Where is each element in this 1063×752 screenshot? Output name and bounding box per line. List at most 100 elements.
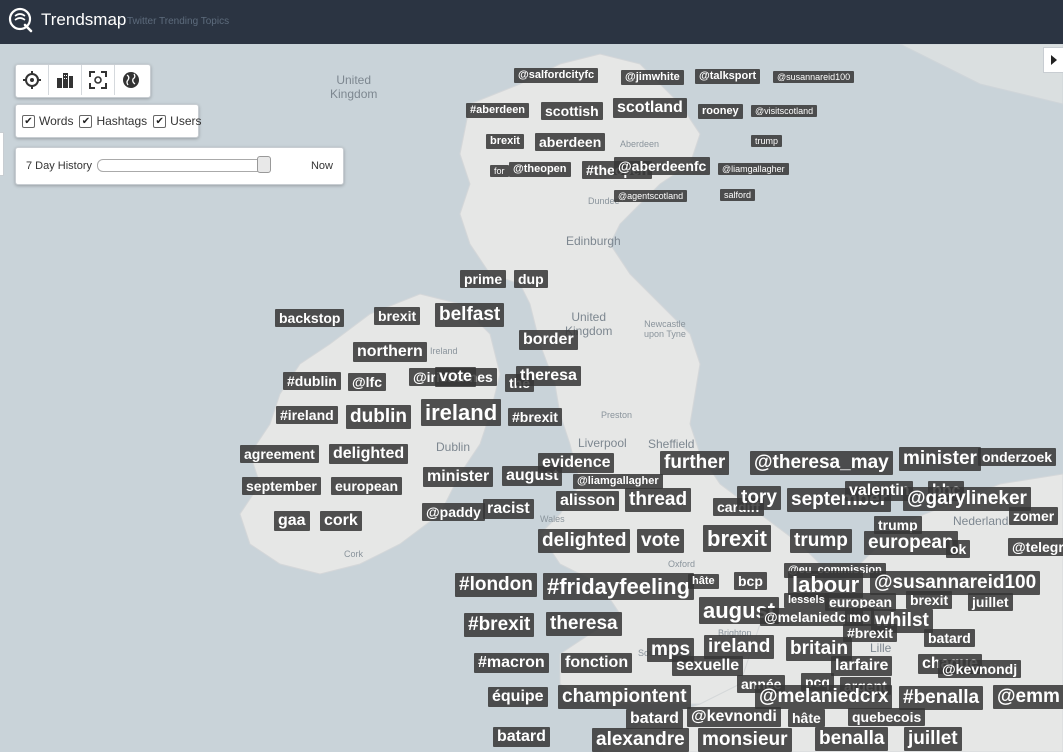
trend-user[interactable]: @jimwhite bbox=[621, 70, 684, 85]
trend-word[interactable]: september bbox=[242, 477, 321, 496]
trend-word[interactable]: delighted bbox=[329, 444, 409, 465]
trend-user[interactable]: @melaniedcrx bbox=[755, 685, 893, 709]
trend-word[interactable]: batard bbox=[924, 629, 975, 648]
trend-word[interactable]: sexuelle bbox=[672, 656, 744, 677]
checkbox-hashtags[interactable]: ✔ bbox=[79, 114, 93, 128]
trend-word[interactable]: onderzoek bbox=[978, 448, 1057, 467]
trend-user[interactable]: @kevnondi bbox=[687, 707, 781, 728]
trend-word[interactable]: delighted bbox=[538, 529, 631, 553]
trend-word[interactable]: alexandre bbox=[592, 728, 689, 752]
trend-user[interactable]: @agentscotland bbox=[614, 190, 688, 203]
trend-word[interactable]: racist bbox=[483, 499, 534, 520]
fullscreen-button[interactable] bbox=[82, 65, 115, 95]
right-panel-toggle[interactable] bbox=[1043, 47, 1063, 73]
trend-word[interactable]: tory bbox=[737, 486, 781, 510]
trend-word[interactable]: thread bbox=[625, 488, 692, 512]
trend-word[interactable]: bcp bbox=[734, 572, 767, 591]
trend-hashtag[interactable]: #aberdeen bbox=[466, 103, 530, 118]
trend-hashtag[interactable]: #benalla bbox=[899, 686, 984, 710]
trend-word[interactable]: prime bbox=[460, 270, 507, 289]
trend-word[interactable]: backstop bbox=[275, 309, 345, 328]
trend-word[interactable]: belfast bbox=[435, 303, 505, 327]
trend-word[interactable]: fonction bbox=[561, 653, 633, 674]
trend-word[interactable]: dublin bbox=[346, 405, 411, 429]
trend-word[interactable]: rooney bbox=[698, 104, 743, 119]
trend-word[interactable]: alisson bbox=[556, 491, 620, 512]
checkbox-users[interactable]: ✔ bbox=[153, 114, 167, 128]
trend-word[interactable]: brexit bbox=[374, 307, 421, 326]
trend-user[interactable]: @lfc bbox=[348, 373, 386, 392]
trend-word[interactable]: quebecois bbox=[848, 708, 926, 727]
trend-word[interactable]: monsieur bbox=[698, 728, 792, 752]
trend-word[interactable]: juillet bbox=[968, 593, 1013, 612]
trend-word[interactable]: vote bbox=[637, 529, 685, 553]
trend-word[interactable]: cork bbox=[320, 511, 362, 532]
checkbox-words[interactable]: ✔ bbox=[22, 114, 35, 128]
trend-hashtag[interactable]: #ireland bbox=[276, 406, 338, 425]
trend-word[interactable]: dup bbox=[514, 270, 548, 289]
trend-hashtag[interactable]: #dublin bbox=[283, 372, 341, 391]
trend-user[interactable]: @talksport bbox=[695, 69, 761, 84]
trend-word[interactable]: trump bbox=[751, 135, 783, 148]
trend-word[interactable]: agreement bbox=[240, 445, 319, 464]
history-slider-thumb[interactable] bbox=[257, 156, 271, 173]
trend-hashtag[interactable]: #london bbox=[455, 573, 537, 597]
trend-word[interactable]: minister bbox=[899, 447, 981, 471]
trend-user[interactable]: @visitscotland bbox=[751, 105, 818, 118]
filter-hashtags[interactable]: ✔ Hashtags bbox=[79, 114, 147, 128]
trend-word[interactable]: border bbox=[519, 330, 578, 351]
history-slider-track[interactable] bbox=[97, 159, 270, 172]
trend-word[interactable]: scottish bbox=[541, 102, 603, 121]
trend-word[interactable]: zomer bbox=[1009, 507, 1059, 526]
trend-word[interactable]: lessels bbox=[784, 593, 829, 608]
trend-word[interactable]: équipe bbox=[488, 687, 548, 708]
trend-word[interactable]: brexit bbox=[906, 591, 953, 610]
locate-button[interactable] bbox=[16, 65, 49, 95]
trend-word[interactable]: scotland bbox=[613, 98, 687, 119]
trend-word[interactable]: further bbox=[660, 451, 730, 475]
trend-word[interactable]: european bbox=[331, 477, 403, 496]
trend-word[interactable]: gaa bbox=[274, 511, 310, 532]
trend-word[interactable]: for bbox=[490, 165, 509, 178]
trend-user[interactable]: @paddy bbox=[422, 503, 485, 522]
trend-word[interactable]: championtent bbox=[558, 685, 691, 709]
trend-word[interactable]: ireland bbox=[421, 399, 502, 427]
trend-word[interactable]: vote bbox=[435, 367, 476, 388]
trend-word[interactable]: trump bbox=[790, 529, 852, 553]
trend-user[interactable]: @theopen bbox=[509, 162, 571, 177]
trend-word[interactable]: theresa bbox=[516, 366, 581, 387]
trend-word[interactable]: hâte bbox=[688, 574, 719, 589]
trend-hashtag[interactable]: #macron bbox=[474, 653, 549, 674]
trend-word[interactable]: larfaire bbox=[831, 656, 893, 677]
trend-word[interactable]: hâte bbox=[788, 709, 825, 728]
trend-word[interactable]: batard bbox=[626, 709, 683, 730]
trend-user[interactable]: @emm bbox=[993, 685, 1063, 709]
trend-word[interactable]: european bbox=[864, 531, 958, 555]
app-name[interactable]: Trendsmap bbox=[41, 10, 126, 30]
trend-word[interactable]: northern bbox=[353, 342, 427, 363]
trend-user[interactable]: @liamgallagher bbox=[718, 163, 789, 176]
trend-user[interactable]: @theresa_may bbox=[750, 451, 893, 475]
trend-user[interactable]: @aberdeenfc bbox=[614, 157, 711, 176]
trend-word[interactable]: salford bbox=[720, 189, 756, 202]
trend-user[interactable]: @salfordcityfc bbox=[514, 68, 599, 83]
trend-word[interactable]: minister bbox=[423, 467, 494, 488]
filter-words[interactable]: ✔ Words bbox=[22, 114, 73, 128]
trend-word[interactable]: theresa bbox=[546, 612, 622, 636]
global-view-button[interactable] bbox=[115, 65, 147, 95]
trend-user[interactable]: @susannareid100 bbox=[773, 71, 855, 84]
trend-word[interactable]: ok bbox=[946, 540, 971, 559]
city-view-button[interactable] bbox=[49, 65, 82, 95]
trend-word[interactable]: brexit bbox=[486, 134, 524, 149]
trend-hashtag[interactable]: #fridayfeeling bbox=[543, 573, 695, 601]
trend-user[interactable]: @kevnondj bbox=[938, 660, 1022, 679]
trend-word[interactable]: aberdeen bbox=[535, 133, 606, 152]
side-panel-tab[interactable] bbox=[0, 132, 4, 176]
trendsmap-logo-icon[interactable] bbox=[8, 7, 34, 33]
trend-word[interactable]: batard bbox=[493, 727, 550, 748]
filter-users[interactable]: ✔ Users bbox=[153, 114, 202, 128]
trend-word[interactable]: brexit bbox=[703, 525, 771, 553]
trend-user[interactable]: @susannareid100 bbox=[870, 571, 1041, 595]
trend-word[interactable]: benalla bbox=[815, 727, 889, 751]
trend-user[interactable]: @telegr bbox=[1008, 538, 1063, 557]
